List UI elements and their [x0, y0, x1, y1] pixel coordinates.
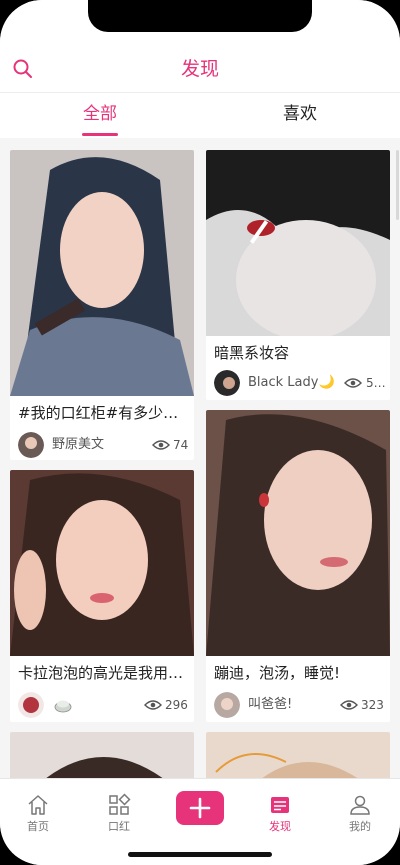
home-indicator: [128, 852, 272, 857]
badge-icon: [54, 700, 72, 713]
card-photo: [206, 150, 390, 336]
scrollbar[interactable]: [396, 150, 399, 220]
tab-all[interactable]: 全部: [0, 103, 200, 125]
card-author: Black Lady🌙: [248, 375, 335, 390]
nav-home-label: 首页: [27, 820, 49, 833]
grid-icon: [109, 793, 131, 815]
card-views: 74: [173, 438, 189, 452]
tab-bar: 全部 喜欢: [0, 92, 400, 138]
card-title: 蹦迪，泡汤，睡觉!: [214, 664, 341, 682]
nav-profile[interactable]: 我的: [330, 793, 390, 833]
discover-icon: [271, 797, 289, 813]
tab-favorites[interactable]: 喜欢: [200, 103, 400, 125]
card-author: 野原美文: [52, 437, 105, 452]
user-icon: [350, 795, 370, 815]
nav-lipstick-label: 口红: [108, 820, 130, 833]
phone-screen: 发现 全部 喜欢 #我的口红柜#有多少… 野原美文 74 暗黑系妆容 Black…: [0, 0, 400, 865]
avatar: [18, 692, 44, 718]
card-photo: [10, 470, 194, 656]
card-photo: [10, 732, 194, 778]
avatar: [18, 432, 44, 458]
eye-icon: [340, 700, 358, 710]
avatar: [214, 370, 240, 396]
eye-icon: [144, 700, 162, 710]
feed-card[interactable]: [206, 732, 390, 778]
feed-card[interactable]: 蹦迪，泡汤，睡觉! 叫爸爸! 323: [206, 410, 390, 722]
eye-icon: [152, 440, 170, 450]
eye-icon: [344, 378, 362, 388]
card-photo: [10, 150, 194, 396]
nav-lipstick[interactable]: 口红: [89, 793, 149, 833]
card-photo: [206, 732, 390, 778]
card-photo: [206, 410, 390, 656]
nav-profile-label: 我的: [349, 820, 371, 833]
avatar: [214, 692, 240, 718]
page-title: 发现: [180, 58, 219, 80]
card-author: 叫爸爸!: [248, 697, 293, 712]
nav-discover-label: 发现: [269, 820, 291, 833]
feed-card[interactable]: #我的口红柜#有多少… 野原美文 74: [10, 150, 194, 460]
add-post-button[interactable]: [176, 791, 224, 825]
card-title: #我的口红柜#有多少…: [18, 404, 179, 422]
card-title: 暗黑系妆容: [214, 344, 290, 362]
tab-active-indicator: [82, 133, 118, 136]
card-views: 5…: [366, 376, 386, 390]
home-icon: [28, 795, 48, 815]
feed-card[interactable]: 卡拉泡泡的高光是我用… 296: [10, 470, 194, 722]
card-views: 296: [165, 698, 188, 712]
nav-home[interactable]: 首页: [8, 793, 68, 833]
feed-grid: #我的口红柜#有多少… 野原美文 74 暗黑系妆容 Black Lady🌙 5……: [0, 138, 400, 778]
card-views: 323: [361, 698, 384, 712]
notch: [88, 0, 312, 32]
nav-discover[interactable]: 发现: [250, 793, 310, 833]
plus-icon: [189, 797, 211, 819]
feed-card[interactable]: [10, 732, 194, 778]
card-title: 卡拉泡泡的高光是我用…: [18, 664, 184, 682]
feed-card[interactable]: 暗黑系妆容 Black Lady🌙 5…: [206, 150, 390, 400]
